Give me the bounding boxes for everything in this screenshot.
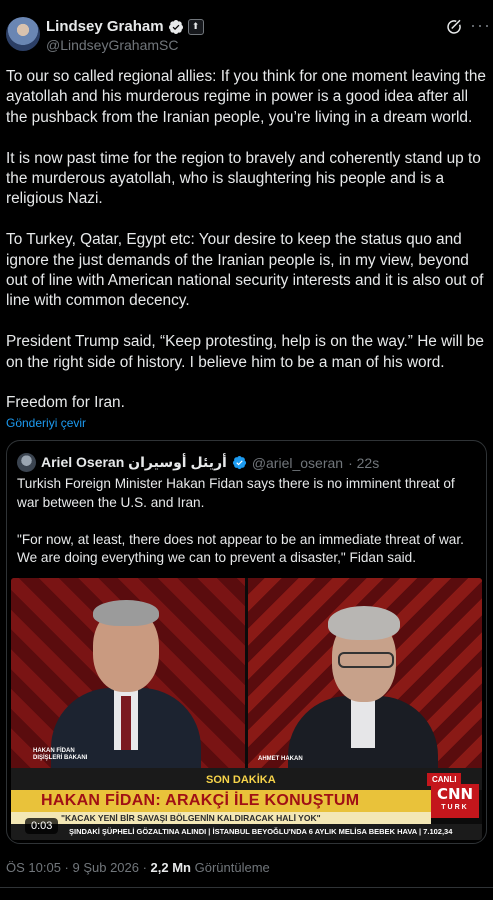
tweet-paragraph: To our so called regional allies: If you… (6, 68, 486, 126)
logo-top-text: CNN (436, 785, 474, 803)
author-name-row: Lindsey Graham ⬆ (46, 18, 204, 35)
quoted-author-name[interactable]: Ariel Oseran أريئل أوسيران (41, 454, 227, 471)
verified-badge-icon (168, 19, 183, 34)
glasses-icon (338, 652, 394, 668)
quoted-paragraph: Turkish Foreign Minister Hakan Fidan say… (17, 476, 455, 510)
quoted-tweet[interactable]: Ariel Oseran أريئل أوسيران @ariel_oseran… (6, 440, 487, 844)
video-right-panel: AHMET HAKAN (248, 578, 482, 768)
shirt-collar (351, 698, 375, 748)
right-caption: AHMET HAKAN (258, 756, 303, 762)
quoted-paragraph: "For now, at least, there does not appea… (17, 531, 464, 566)
cnn-turk-logo: CNN TURK (431, 784, 479, 818)
quoted-tweet-body: Turkish Foreign Minister Hakan Fidan say… (17, 475, 475, 587)
tweet-paragraph: It is now past time for the region to br… (6, 149, 481, 208)
translate-post-link[interactable]: Gönderiyi çevir (6, 416, 86, 430)
video-player[interactable]: HAKAN FİDAN DIŞİŞLERİ BAKANI AHMET HAKAN… (11, 578, 482, 840)
quoted-tweet-header: Ariel Oseran أريئل أوسيران @ariel_oseran… (17, 453, 379, 472)
divider (0, 887, 493, 888)
left-caption-title: DIŞİŞLERİ BAKANI (33, 755, 88, 761)
necktie (121, 696, 131, 750)
breaking-news-tag: SON DAKİKA (206, 774, 276, 786)
video-left-panel: HAKAN FİDAN DIŞİŞLERİ BAKANI (11, 578, 245, 768)
government-flag-icon[interactable]: ⬆ (187, 18, 204, 35)
view-count: 2,2 Mn (150, 860, 192, 875)
person-hair (93, 600, 159, 626)
quoted-author-avatar[interactable] (17, 453, 36, 472)
left-caption-name: HAKAN FİDAN (33, 748, 75, 754)
logo-bottom-text: TURK (441, 804, 469, 811)
left-caption: HAKAN FİDAN DIŞİŞLERİ BAKANI (33, 748, 87, 762)
tweet-meta: ÖS 10:05 · 9 Şub 2026 · 2,2 Mn Görüntüle… (6, 860, 270, 875)
tweet-header: Lindsey Graham ⬆ @LindseyGrahamSC ··· (0, 0, 493, 64)
tweet-body: To our so called regional allies: If you… (6, 67, 488, 434)
more-options-icon[interactable]: ··· (470, 15, 491, 36)
person-hair (328, 606, 400, 640)
author-avatar[interactable] (6, 17, 40, 51)
views-label: Görüntüleme (191, 860, 270, 875)
news-ticker: ŞINDAKİ ŞÜPHELİ GÖZALTINA ALINDI | İSTAN… (69, 827, 453, 836)
verified-badge-icon (232, 455, 246, 470)
quoted-author-handle[interactable]: @ariel_oseran (252, 455, 343, 471)
grok-icon[interactable] (445, 18, 463, 36)
quoted-tweet-time[interactable]: · 22s (348, 455, 379, 471)
tweet-paragraph: President Trump said, “Keep protesting, … (6, 333, 484, 371)
post-time[interactable]: ÖS 10:05 · 9 Şub 2026 · (6, 860, 151, 875)
video-timestamp: 0:03 (25, 818, 59, 834)
news-subheadline: "KACAK YENİ BİR SAVAŞI BÖLGENİN KALDIRAC… (61, 813, 321, 823)
news-headline: HAKAN FİDAN: ARAKÇİ İLE KONUŞTUM (41, 792, 360, 809)
author-handle[interactable]: @LindseyGrahamSC (46, 37, 179, 53)
tweet-paragraph: Freedom for Iran. (6, 394, 125, 412)
author-name[interactable]: Lindsey Graham (46, 18, 164, 35)
tweet-paragraph: To Turkey, Qatar, Egypt etc: Your desire… (6, 231, 484, 310)
